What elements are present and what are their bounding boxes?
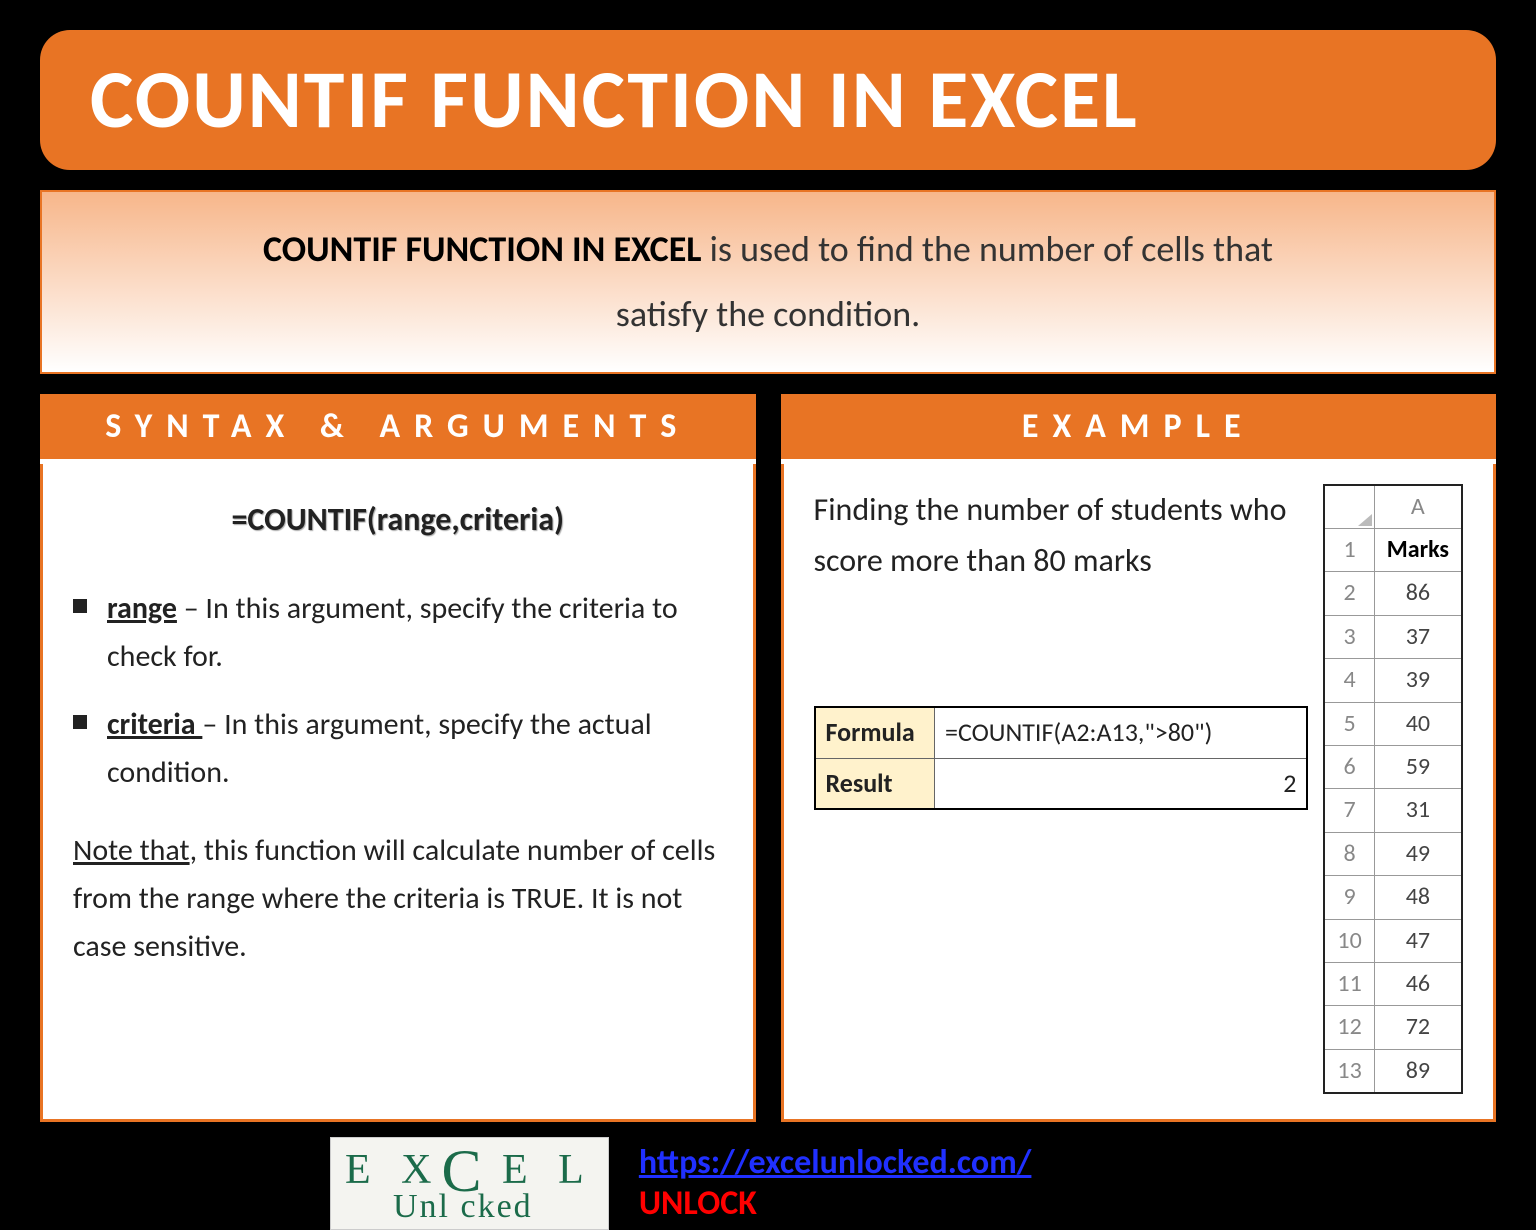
- list-item: criteria – In this argument, specify the…: [73, 701, 723, 797]
- row-num: 3: [1324, 615, 1374, 658]
- marks-cell: 48: [1374, 876, 1462, 919]
- syntax-note: Note that, this function will calculate …: [73, 827, 723, 971]
- row-num: 8: [1324, 832, 1374, 875]
- marks-cell: 39: [1374, 659, 1462, 702]
- row-num: 12: [1324, 1006, 1374, 1049]
- table-row: 731: [1324, 789, 1462, 832]
- arg-desc: – In this argument, specify the criteria…: [107, 590, 678, 675]
- argument-list: range – In this argument, specify the cr…: [73, 585, 723, 797]
- row-num: 4: [1324, 659, 1374, 702]
- marks-table: A 1Marks 286 337 439 540 659 731 849 948…: [1323, 484, 1463, 1094]
- marks-cell: 47: [1374, 919, 1462, 962]
- row-num: 10: [1324, 919, 1374, 962]
- marks-cell: 46: [1374, 962, 1462, 1005]
- example-left: Finding the number of students who score…: [814, 484, 1309, 811]
- bullet-icon: [73, 599, 87, 613]
- row-num: 13: [1324, 1049, 1374, 1093]
- intro-text-2: satisfy the condition.: [616, 292, 920, 336]
- logo-top: E XC E L: [345, 1144, 594, 1198]
- syntax-column: SYNTAX & ARGUMENTS =COUNTIF(range,criter…: [40, 394, 756, 1122]
- col-letter: A: [1374, 485, 1462, 529]
- marks-cell: 49: [1374, 832, 1462, 875]
- table-row: 849: [1324, 832, 1462, 875]
- intro-strong: COUNTIF FUNCTION IN EXCEL: [263, 227, 701, 271]
- row-num: 9: [1324, 876, 1374, 919]
- table-row: 1Marks: [1324, 528, 1462, 571]
- row-num: 5: [1324, 702, 1374, 745]
- intro-text-1: is used to find the number of cells that: [701, 227, 1272, 271]
- result-value: 2: [935, 758, 1308, 809]
- arg-name: criteria: [107, 706, 202, 743]
- table-row: 659: [1324, 745, 1462, 788]
- list-item: range – In this argument, specify the cr…: [73, 585, 723, 681]
- title-banner: COUNTIF FUNCTION IN EXCEL: [40, 30, 1496, 170]
- table-row: 439: [1324, 659, 1462, 702]
- row-num: 11: [1324, 962, 1374, 1005]
- row-num: 6: [1324, 745, 1374, 788]
- page-title: COUNTIF FUNCTION IN EXCEL: [90, 50, 1446, 150]
- footer-url[interactable]: https://excelunlocked.com/: [639, 1142, 1032, 1183]
- table-row: 948: [1324, 876, 1462, 919]
- marks-cell: 86: [1374, 572, 1462, 615]
- intro-box: COUNTIF FUNCTION IN EXCEL is used to fin…: [40, 190, 1496, 374]
- table-row: 540: [1324, 702, 1462, 745]
- columns: SYNTAX & ARGUMENTS =COUNTIF(range,criter…: [40, 394, 1496, 1122]
- table-row: Formula =COUNTIF(A2:A13,">80"): [815, 707, 1308, 758]
- table-row: A: [1324, 485, 1462, 529]
- marks-cell: 89: [1374, 1049, 1462, 1093]
- select-all-corner: [1324, 485, 1374, 529]
- table-row: Result 2: [815, 758, 1308, 809]
- table-row: 1047: [1324, 919, 1462, 962]
- result-label: Result: [815, 758, 935, 809]
- example-desc: Finding the number of students who score…: [814, 484, 1309, 586]
- table-row: 286: [1324, 572, 1462, 615]
- table-row: 1389: [1324, 1049, 1462, 1093]
- row-num: 2: [1324, 572, 1374, 615]
- marks-cell: 31: [1374, 789, 1462, 832]
- syntax-body: =COUNTIF(range,criteria) range – In this…: [40, 464, 756, 1122]
- marks-cell: 59: [1374, 745, 1462, 788]
- footer: E XC E L Unl cked https://excelunlocked.…: [330, 1137, 1506, 1230]
- excel-unlocked-logo: E XC E L Unl cked: [330, 1137, 609, 1230]
- footer-text: https://excelunlocked.com/ UNLOCK: [639, 1142, 1032, 1224]
- row-num: 1: [1324, 528, 1374, 571]
- footer-unlock: UNLOCK: [639, 1183, 757, 1224]
- example-header: EXAMPLE: [781, 394, 1497, 464]
- example-wrap: Finding the number of students who score…: [814, 484, 1464, 1094]
- bullet-icon: [73, 715, 87, 729]
- formula-value: =COUNTIF(A2:A13,">80"): [935, 707, 1308, 758]
- logo-c: C: [442, 1138, 482, 1204]
- example-body: Finding the number of students who score…: [781, 464, 1497, 1122]
- formula-result-table: Formula =COUNTIF(A2:A13,">80") Result 2: [814, 706, 1309, 810]
- marks-cell: 72: [1374, 1006, 1462, 1049]
- row-num: 7: [1324, 789, 1374, 832]
- marks-cell: 40: [1374, 702, 1462, 745]
- table-row: 1272: [1324, 1006, 1462, 1049]
- example-column: EXAMPLE Finding the number of students w…: [781, 394, 1497, 1122]
- formula-label: Formula: [815, 707, 935, 758]
- syntax-formula: =COUNTIF(range,criteria): [73, 494, 723, 545]
- note-underline: Note that: [73, 832, 190, 869]
- syntax-header: SYNTAX & ARGUMENTS: [40, 394, 756, 464]
- arg-name: range: [107, 590, 177, 627]
- table-row: 1146: [1324, 962, 1462, 1005]
- marks-cell: 37: [1374, 615, 1462, 658]
- table-row: 337: [1324, 615, 1462, 658]
- marks-header-cell: Marks: [1374, 528, 1462, 571]
